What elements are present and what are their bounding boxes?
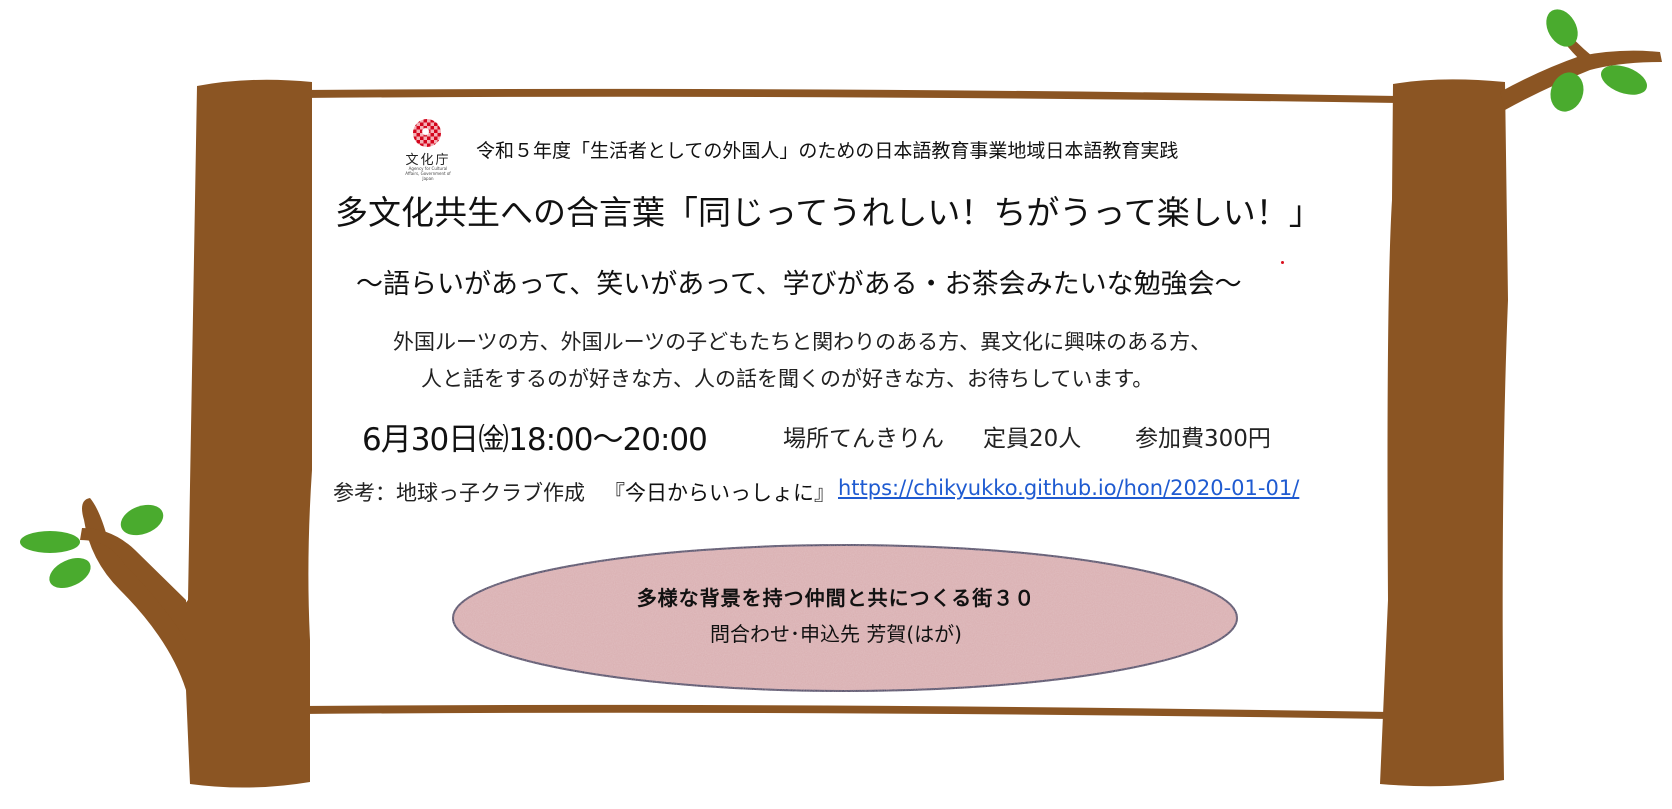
decorative-dot (1281, 261, 1284, 264)
description-line-2: 人と話をするのが好きな方、人の話を聞くのが好きな方、お待ちしています。 (421, 367, 1154, 391)
leaf-icon (120, 504, 164, 536)
reference-label: 参考：地球っ子クラブ作成 (333, 481, 585, 505)
left-tree-trunk (82, 79, 312, 788)
frame-bottom-bar (300, 704, 1390, 719)
program-subtitle: 令和５年度「生活者としての外国人」のための日本語教育事業地域日本語教育実践 (476, 140, 1179, 162)
tagline: ～語らいがあって、笑いがあって、学びがある・お茶会みたいな勉強会～ (356, 269, 1242, 300)
tree-frame-illustration (20, 9, 1662, 788)
frame-top-bar (300, 88, 1400, 103)
organization-name: 多様な背景を持つ仲間と共につくる街３０ (636, 586, 1036, 610)
leaf-icon (20, 531, 80, 553)
reference-book-title: 『今日からいっしょに』 (604, 481, 835, 505)
reference-link[interactable]: https://chikyukko.github.io/hon/2020-01-… (838, 476, 1299, 500)
logo-mark-icon (413, 119, 441, 147)
event-capacity: 定員20人 (983, 426, 1082, 452)
event-fee: 参加費300円 (1135, 426, 1271, 452)
logo-subtext: Agency for Cultural Affairs, Government … (405, 166, 451, 181)
page-title: 多文化共生への合言葉「同じってうれしい！ちがうって楽しい！」 (335, 193, 1322, 232)
description-line-1: 外国ルーツの方、外国ルーツの子どもたちと関わりのある方、異文化に興味のある方、 (393, 330, 1212, 354)
event-datetime: 6月30日㈮18:00～20:00 (362, 422, 708, 458)
event-place: 場所てんきりん (783, 426, 944, 452)
right-tree-trunk (1380, 79, 1508, 787)
bunkacho-logo: 文化庁 Agency for Cultural Affairs, Governm… (403, 119, 453, 181)
contact-info: 問合わせ･申込先 芳賀(はが) (710, 622, 962, 646)
